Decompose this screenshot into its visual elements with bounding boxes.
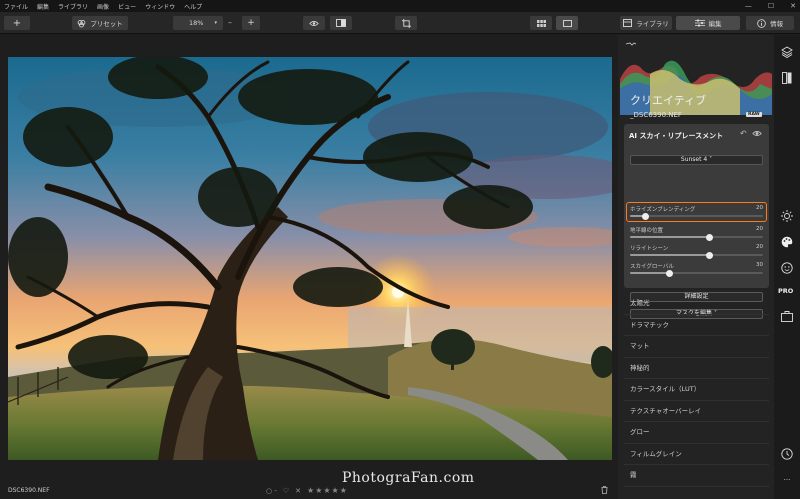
panel-title: クリエイティブ bbox=[630, 94, 707, 107]
bottom-filename: DSC6390.NEF bbox=[8, 487, 50, 494]
tool-strip: PRO ··· bbox=[774, 35, 800, 499]
add-icon: + bbox=[12, 17, 22, 29]
sliders-icon bbox=[694, 19, 705, 27]
zoom-in-button[interactable]: + bbox=[242, 16, 260, 30]
crop-button[interactable] bbox=[395, 16, 417, 30]
filter-item[interactable]: 神秘的 bbox=[624, 358, 769, 379]
slider-label: 地平線の位置 bbox=[630, 228, 664, 234]
menu-library[interactable]: ライブラリ bbox=[58, 2, 88, 11]
presets-label: プリセット bbox=[90, 20, 123, 28]
preview-toggle-button[interactable] bbox=[303, 16, 325, 30]
menu-help[interactable]: ヘルプ bbox=[184, 2, 202, 11]
slider-fill bbox=[630, 236, 710, 238]
slider-knob[interactable] bbox=[706, 251, 714, 259]
face-icon[interactable] bbox=[780, 261, 794, 275]
landscape-photo bbox=[8, 57, 612, 460]
sun-icon[interactable] bbox=[780, 209, 794, 223]
grid-view-button[interactable] bbox=[530, 16, 552, 30]
info-tab[interactable]: 情報 bbox=[746, 16, 794, 30]
menu-file[interactable]: ファイル bbox=[4, 2, 28, 11]
eye-icon bbox=[309, 20, 319, 26]
edit-tab-label: 編集 bbox=[708, 20, 722, 28]
edit-tab[interactable]: 編集 bbox=[676, 16, 740, 30]
compare-panel-icon[interactable] bbox=[780, 71, 794, 85]
heart-icon[interactable]: ♡ bbox=[283, 487, 289, 495]
library-tab-label: ライブラリ bbox=[636, 20, 669, 28]
reject-icon[interactable]: ✕ bbox=[295, 487, 301, 495]
maximize-button[interactable]: ☐ bbox=[768, 2, 774, 10]
star-rating[interactable]: ★★★★★ bbox=[307, 486, 348, 495]
slider-horizon-position[interactable]: 地平線の位置 20 bbox=[630, 226, 763, 242]
slider-fill bbox=[630, 272, 670, 274]
pro-tools-icon[interactable]: PRO bbox=[778, 287, 793, 295]
rating-controls: ○ - ♡ ✕ ★★★★★ bbox=[266, 486, 348, 495]
toolbar: + プリセット 18% ▾ – + ライブラリ 編集 情報 bbox=[0, 12, 800, 34]
single-view-icon bbox=[562, 19, 572, 27]
slider-knob[interactable] bbox=[706, 233, 714, 241]
zoom-in-icon: + bbox=[247, 18, 255, 28]
ai-card-title[interactable]: AI スカイ・リプレースメント bbox=[629, 131, 723, 141]
library-icon bbox=[623, 19, 633, 27]
info-tab-label: 情報 bbox=[770, 20, 783, 28]
info-icon bbox=[757, 18, 766, 28]
palette-icon[interactable] bbox=[780, 235, 794, 249]
slider-relight-scene[interactable]: リライトシーン 20 bbox=[630, 244, 763, 260]
undo-icon[interactable]: ↶ bbox=[740, 129, 747, 138]
filter-item[interactable]: マット bbox=[624, 336, 769, 358]
slider-label: リライトシーン bbox=[630, 246, 669, 252]
compare-button[interactable] bbox=[330, 16, 352, 30]
slider-value: 20 bbox=[756, 226, 763, 232]
minimize-button[interactable]: — bbox=[745, 2, 752, 10]
slider-value: 30 bbox=[756, 262, 763, 268]
menu-bar: ファイル 編集 ライブラリ 画像 ビュー ウィンドウ ヘルプ bbox=[0, 0, 800, 12]
filter-item[interactable]: グロー bbox=[624, 422, 769, 444]
eye-icon[interactable] bbox=[752, 130, 762, 137]
slider-highlight-box bbox=[626, 202, 767, 222]
more-icon[interactable]: ··· bbox=[780, 473, 794, 487]
layers-icon[interactable] bbox=[780, 45, 794, 59]
slider-label: スカイグローバル bbox=[630, 264, 674, 270]
ai-sky-replacement-card: AI スカイ・リプレースメント ↶ Sunset 4 ˅ ホライズンブレンディン… bbox=[624, 124, 769, 319]
filter-item[interactable]: 太陽光 bbox=[624, 293, 769, 315]
slider-knob[interactable] bbox=[666, 269, 674, 277]
add-photos-button[interactable]: + bbox=[4, 16, 30, 30]
window-controls: — ☐ ✕ bbox=[745, 0, 796, 12]
filter-item[interactable]: ドラマチック bbox=[624, 315, 769, 336]
filter-item[interactable]: カラースタイル（LUT） bbox=[624, 379, 769, 401]
library-tab[interactable]: ライブラリ bbox=[620, 16, 672, 30]
menu-window[interactable]: ウィンドウ bbox=[145, 2, 175, 11]
sky-preset-dropdown[interactable]: Sunset 4 ˅ bbox=[630, 155, 763, 165]
zoom-select[interactable]: 18% ▾ bbox=[173, 16, 223, 30]
chevron-down-icon: ▾ bbox=[214, 20, 217, 26]
crop-icon bbox=[401, 18, 411, 28]
trash-icon[interactable] bbox=[601, 485, 608, 496]
raw-badge: RAW bbox=[746, 112, 762, 117]
menu-edit[interactable]: 編集 bbox=[37, 2, 49, 11]
stars-icon: ★★★★★ bbox=[307, 486, 348, 495]
compare-icon bbox=[336, 19, 346, 27]
menu-image[interactable]: 画像 bbox=[97, 2, 109, 11]
slider-sky-global[interactable]: スカイグローバル 30 bbox=[630, 262, 763, 278]
grid-icon bbox=[536, 19, 546, 27]
filter-item[interactable]: テクスチャオーバーレイ bbox=[624, 401, 769, 422]
zoom-value: 18% bbox=[189, 19, 204, 27]
photo-canvas[interactable] bbox=[8, 57, 612, 460]
menu-view[interactable]: ビュー bbox=[118, 2, 136, 11]
slider-fill bbox=[630, 254, 710, 256]
close-button[interactable]: ✕ bbox=[790, 2, 796, 10]
single-view-button[interactable] bbox=[556, 16, 578, 30]
panel-filename: _DSC6390.NEF bbox=[630, 111, 682, 119]
presets-icon bbox=[77, 19, 86, 27]
filter-item[interactable]: フィルムグレイン bbox=[624, 444, 769, 465]
presets-button[interactable]: プリセット bbox=[72, 16, 128, 30]
bottom-bar: DSC6390.NEF ○ - ♡ ✕ ★★★★★ bbox=[0, 482, 618, 499]
edit-panel: クリエイティブ _DSC6390.NEF RAW AI スカイ・リプレースメント… bbox=[618, 35, 774, 499]
filter-list: 太陽光 ドラマチック マット 神秘的 カラースタイル（LUT） テクスチャオーバ… bbox=[624, 293, 769, 487]
filter-item[interactable]: 霧 bbox=[624, 465, 769, 487]
flag-icon[interactable]: ○ - bbox=[266, 487, 277, 495]
zoom-out-button[interactable]: – bbox=[228, 18, 232, 27]
history-icon[interactable] bbox=[780, 447, 794, 461]
briefcase-icon[interactable] bbox=[780, 309, 794, 323]
slider-value: 20 bbox=[756, 244, 763, 250]
